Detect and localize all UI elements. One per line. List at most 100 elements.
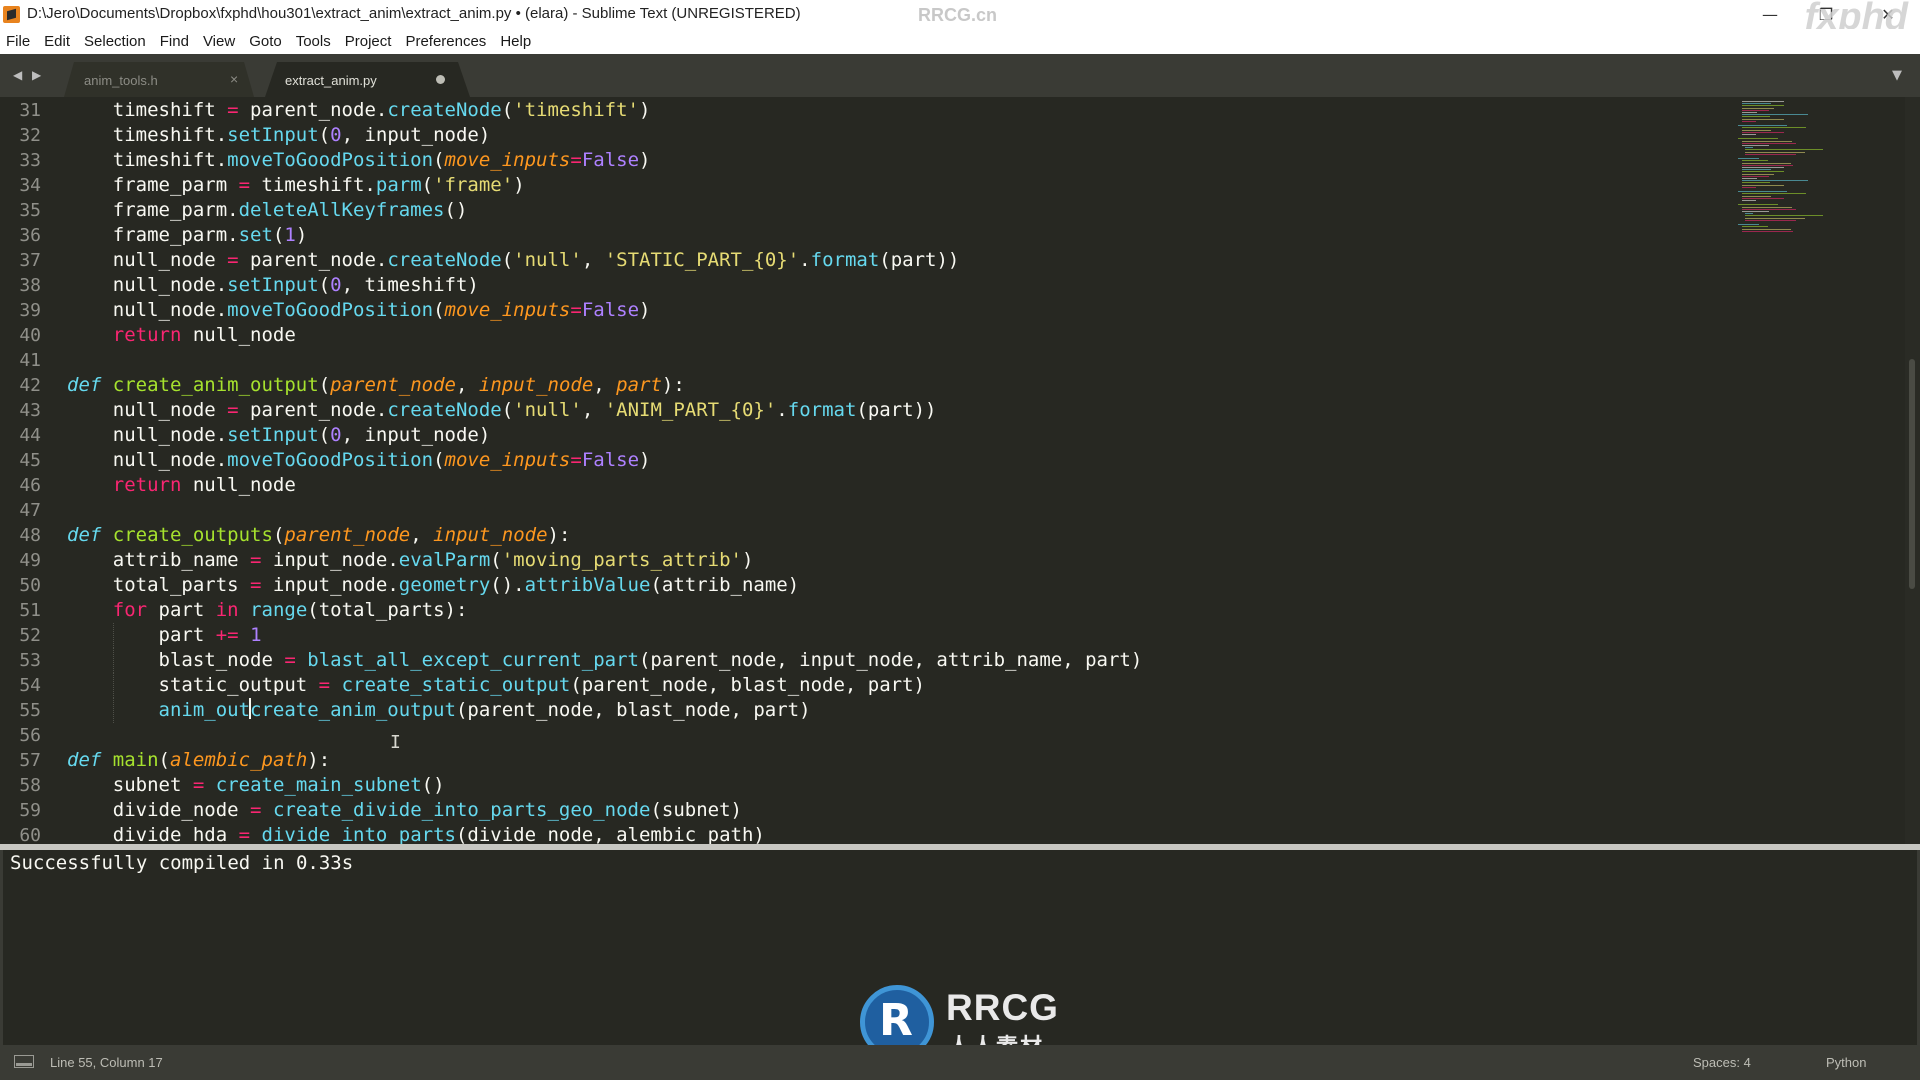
minimap-line — [1741, 127, 1807, 129]
code-line[interactable]: divide_hda = divide_into_parts(divide_no… — [67, 823, 765, 844]
minimap-line — [1741, 120, 1756, 122]
tab-bar: ◀ ▶ anim_tools.h × extract_anim.py ▼ — [0, 54, 1920, 97]
menu-selection[interactable]: Selection — [84, 33, 146, 50]
code-line[interactable]: null_node.setInput(0, timeshift) — [67, 273, 479, 298]
code-line[interactable]: frame_parm.set(1) — [67, 223, 308, 248]
line-number: 53 — [19, 650, 41, 671]
chevron-right-icon[interactable]: ▶ — [32, 68, 41, 82]
mouse-ibeam-cursor-icon: I — [390, 732, 401, 753]
minimap-line — [1741, 206, 1792, 208]
line-number: 50 — [19, 575, 41, 596]
minimap-line — [1745, 149, 1823, 151]
line-number: 40 — [19, 325, 41, 346]
code-line[interactable]: frame_parm.deleteAllKeyframes() — [67, 198, 468, 223]
code-line[interactable]: null_node.moveToGoodPosition(move_inputs… — [67, 448, 651, 473]
logo-word: RRCG — [946, 987, 1059, 1028]
line-number: 51 — [19, 600, 41, 621]
minimap-line — [1741, 178, 1757, 179]
menu-goto[interactable]: Goto — [249, 33, 282, 50]
menu-find[interactable]: Find — [160, 33, 189, 50]
minimap-line — [1741, 109, 1770, 111]
minimap-line — [1741, 103, 1772, 105]
menu-preferences[interactable]: Preferences — [405, 33, 486, 50]
code-line[interactable]: static_output = create_static_output(par… — [67, 673, 925, 698]
code-line[interactable]: total_parts = input_node.geometry().attr… — [67, 573, 799, 598]
menu-view[interactable]: View — [203, 33, 235, 50]
minimap-line — [1741, 180, 1809, 182]
code-line[interactable]: anim_outcreate_anim_output(parent_node, … — [67, 698, 811, 723]
minimap-line — [1741, 145, 1770, 146]
code-line[interactable]: timeshift = parent_node.createNode('time… — [67, 98, 651, 123]
minimap-line — [1741, 131, 1784, 133]
code-editor[interactable]: 31 32 33 34 35 36 37 38 39 40 41 42 43 44 45 46 47 48 49 50… — [0, 97, 1905, 844]
menu-help[interactable]: Help — [500, 33, 531, 50]
tab-extract-anim[interactable]: extract_anim.py — [265, 62, 470, 97]
line-number: 42 — [19, 375, 41, 396]
minimap[interactable] — [1730, 97, 1905, 257]
menu-edit[interactable]: Edit — [44, 33, 70, 50]
line-number: 58 — [19, 775, 41, 796]
sublime-app-icon — [3, 6, 20, 23]
code-line[interactable]: null_node = parent_node.createNode('null… — [67, 398, 937, 423]
line-number: 31 — [19, 100, 41, 121]
tab-list-dropdown-icon[interactable]: ▼ — [1892, 68, 1902, 83]
line-number: 32 — [19, 125, 41, 146]
minimap-line — [1741, 134, 1756, 135]
syntax-selector[interactable]: Python — [1826, 1055, 1866, 1070]
chevron-left-icon[interactable]: ◀ — [13, 68, 22, 82]
minimap-line — [1745, 217, 1806, 219]
code-line[interactable]: return null_node — [67, 473, 296, 498]
tab-anim-tools[interactable]: anim_tools.h × — [64, 62, 254, 97]
code-line[interactable]: null_node = parent_node.createNode('null… — [67, 248, 960, 273]
minimap-line — [1738, 204, 1778, 206]
code-line[interactable]: part += 1 — [67, 623, 262, 648]
minimize-button[interactable]: — — [1748, 0, 1792, 29]
code-line[interactable]: def main(alembic_path): — [67, 748, 330, 773]
code-area[interactable]: timeshift = parent_node.createNode('time… — [67, 97, 1727, 844]
menu-tools[interactable]: Tools — [296, 33, 331, 50]
minimap-line — [1745, 219, 1797, 221]
minimap-line — [1741, 140, 1792, 142]
line-number: 59 — [19, 800, 41, 821]
close-tab-icon[interactable]: × — [230, 71, 238, 87]
indentation-selector[interactable]: Spaces: 4 — [1693, 1055, 1751, 1070]
code-line[interactable]: for part in range(total_parts): — [67, 598, 468, 623]
indent-guide — [112, 698, 114, 723]
code-line[interactable]: timeshift.setInput(0, input_node) — [67, 123, 491, 148]
minimap-line — [1741, 105, 1784, 107]
minimap-line — [1741, 228, 1792, 230]
code-line[interactable]: divide_node = create_divide_into_parts_g… — [67, 798, 742, 823]
tab-label: extract_anim.py — [285, 73, 377, 88]
indent-guide — [112, 648, 114, 673]
minimap-line — [1745, 213, 1754, 215]
unsaved-dot-icon[interactable] — [436, 75, 445, 84]
code-line[interactable]: null_node.setInput(0, input_node) — [67, 423, 491, 448]
code-line[interactable]: subnet = create_main_subnet() — [67, 773, 445, 798]
code-line[interactable]: timeshift.moveToGoodPosition(move_inputs… — [67, 148, 651, 173]
line-number: 43 — [19, 400, 41, 421]
minimap-line — [1741, 167, 1784, 168]
minimap-line — [1741, 114, 1809, 116]
minimap-line — [1741, 142, 1796, 144]
code-line[interactable]: frame_parm = timeshift.parm('frame') — [67, 173, 525, 198]
menu-project[interactable]: Project — [345, 33, 392, 50]
code-line[interactable]: return null_node — [67, 323, 296, 348]
line-number: 34 — [19, 175, 41, 196]
minimap-line — [1738, 191, 1787, 193]
line-number: 35 — [19, 200, 41, 221]
code-line[interactable]: attrib_name = input_node.evalParm('movin… — [67, 548, 754, 573]
code-line[interactable]: blast_node = blast_all_except_current_pa… — [67, 648, 1143, 673]
minimap-line — [1741, 184, 1784, 186]
menu-file[interactable]: File — [6, 33, 30, 50]
code-line[interactable]: null_node.moveToGoodPosition(move_inputs… — [67, 298, 651, 323]
line-number: 45 — [19, 450, 41, 471]
indent-guide — [112, 673, 114, 698]
minimap-line — [1741, 186, 1756, 188]
code-line[interactable]: def create_anim_output(parent_node, inpu… — [67, 373, 685, 398]
line-number: 36 — [19, 225, 41, 246]
line-number: 55 — [19, 700, 41, 721]
panel-toggle-icon[interactable] — [14, 1055, 34, 1068]
code-line[interactable]: def create_outputs(parent_node, input_no… — [67, 523, 570, 548]
scrollbar-thumb[interactable] — [1909, 359, 1915, 589]
vertical-scrollbar[interactable] — [1905, 97, 1920, 844]
